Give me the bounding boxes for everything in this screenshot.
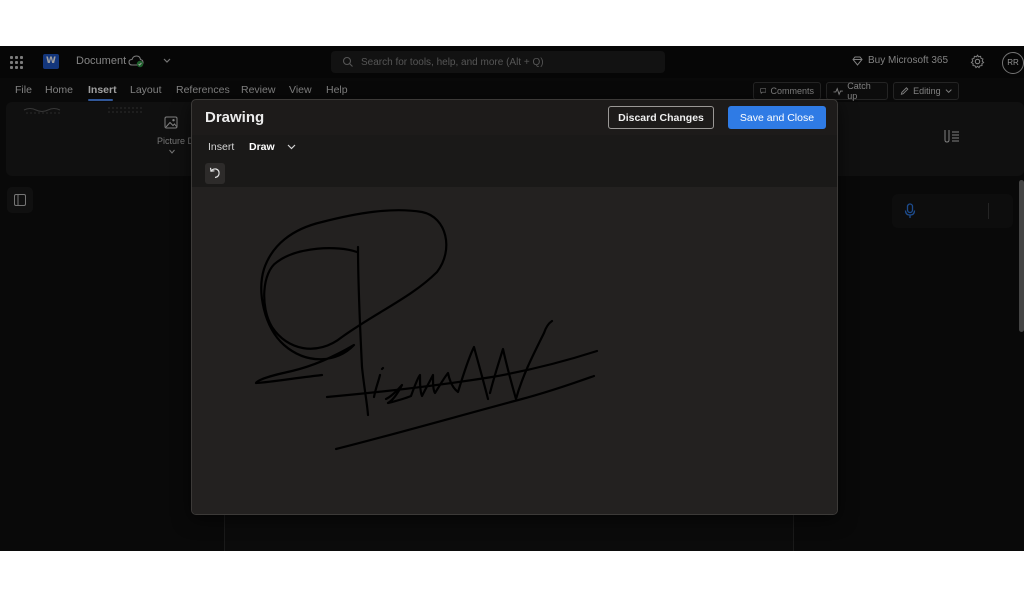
- dialog-tab-insert[interactable]: Insert: [208, 141, 234, 153]
- dialog-tab-draw[interactable]: Draw: [249, 141, 275, 153]
- undo-button[interactable]: [205, 163, 225, 184]
- dialog-title: Drawing: [205, 109, 265, 126]
- drawing-canvas[interactable]: [192, 187, 837, 514]
- undo-icon: [209, 167, 220, 179]
- signature-n-stroke: [488, 319, 554, 401]
- chevron-down-icon[interactable]: [287, 144, 296, 150]
- word-app: W Document Buy Microsoft 365 RR: [0, 46, 1024, 551]
- signature-crossbar-stroke: [325, 349, 599, 399]
- dialog-toolbar: Insert Draw: [192, 135, 837, 187]
- signature-loop-stroke: [254, 209, 448, 385]
- drawing-dialog: Drawing Discard Changes Save and Close I…: [191, 99, 838, 515]
- discard-changes-button[interactable]: Discard Changes: [608, 106, 714, 129]
- signature-letters-stroke: [372, 345, 490, 405]
- save-and-close-button[interactable]: Save and Close: [728, 106, 826, 129]
- signature-ink: [254, 209, 599, 451]
- signature-stem-stroke: [356, 245, 370, 417]
- signature-underline-stroke: [334, 374, 596, 451]
